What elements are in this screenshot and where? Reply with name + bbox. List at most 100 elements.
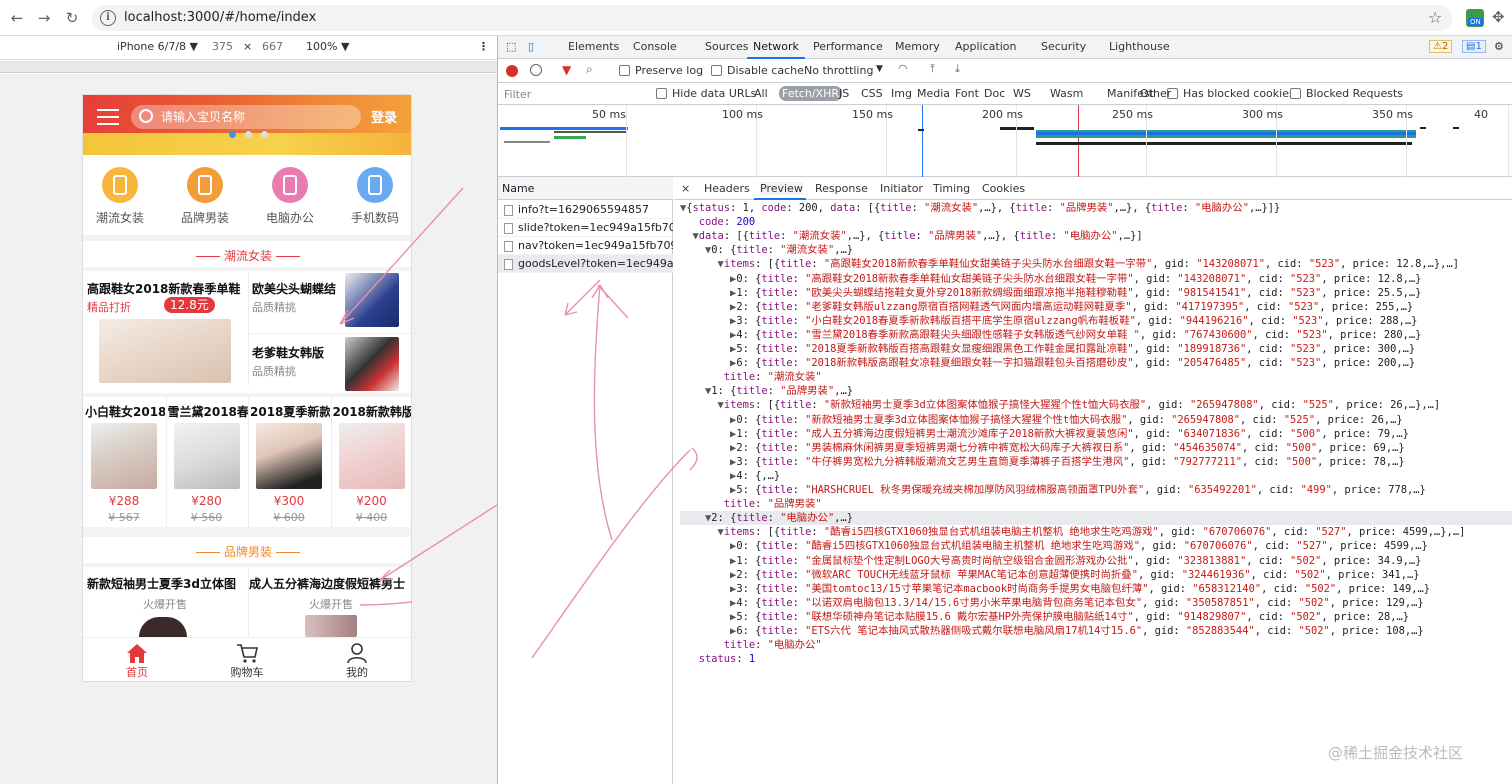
filter-type-wasm[interactable]: Wasm	[1050, 87, 1083, 100]
preserve-log-checkbox[interactable]	[619, 65, 630, 76]
back-icon[interactable]: ←	[8, 9, 26, 27]
json-array-entry[interactable]: ▶1: {title: "欧美尖头蝴蝶结拖鞋女夏外穿2018新款绸缎面细跟凉拖半…	[680, 286, 1512, 300]
login-button[interactable]: 登录	[371, 107, 397, 126]
json-array-entry[interactable]: ▶5: {title: "HARSHCRUEL 秋冬男保暖充绒夹棉加厚防风羽绒棉…	[680, 483, 1512, 497]
device-width[interactable]: 375	[212, 40, 233, 53]
extension-icon[interactable]: ON	[1466, 9, 1484, 27]
tab-cart[interactable]: 购物车	[217, 642, 277, 680]
json-array-entry[interactable]: ▶2: {title: "微软ARC TOUCH无线蓝牙鼠标 苹果MAC笔记本创…	[680, 568, 1512, 582]
inspect-icon[interactable]: ⬚	[506, 40, 516, 53]
product-image[interactable]	[345, 273, 399, 327]
product-image[interactable]	[345, 337, 399, 391]
product-image[interactable]	[256, 423, 322, 489]
product-image[interactable]	[305, 615, 357, 637]
filter-type-fetch-xhr[interactable]: Fetch/XHR	[779, 86, 842, 101]
json-array-entry[interactable]: ▶4: {title: "以诺双肩电脑包13.3/14/15.6寸男小米苹果电脑…	[680, 596, 1512, 610]
request-row[interactable]: goodsLevel?token=1ec949a...	[498, 255, 673, 273]
url-text[interactable]: localhost:3000/#/home/index	[124, 10, 316, 25]
chevron-down-icon[interactable]: ▼	[876, 64, 883, 74]
carousel-dot[interactable]	[261, 131, 268, 138]
product-title[interactable]: 高跟鞋女2018新款春季单鞋	[87, 280, 245, 297]
product-image[interactable]	[91, 423, 157, 489]
product-title[interactable]: 成人五分裤海边度假短裤男士	[249, 575, 411, 592]
json-array-entry[interactable]: ▶0: {title: "新款短袖男士夏季3d立体图案体恤猴子搞怪大猩猩个性t恤…	[680, 413, 1512, 427]
throttling-select[interactable]: No throttling	[804, 64, 873, 77]
request-row[interactable]: info?t=1629065594857	[498, 201, 673, 219]
tab-security[interactable]: Security	[1041, 40, 1086, 53]
tab-console[interactable]: Console	[633, 40, 677, 53]
filter-type-media[interactable]: Media	[917, 87, 950, 100]
json-line[interactable]: ▼{status: 1, code: 200, data: [{title: "…	[680, 201, 1512, 215]
blocked-requests-checkbox[interactable]	[1290, 88, 1301, 99]
filter-type-font[interactable]: Font	[955, 87, 979, 100]
product-title[interactable]: 2018新款韩版	[333, 403, 412, 420]
reload-icon[interactable]: ↻	[63, 9, 81, 27]
product-title[interactable]: 新款短袖男士夏季3d立体图	[87, 575, 247, 592]
detail-tab-headers[interactable]: Headers	[704, 182, 750, 195]
name-column-header[interactable]: Name	[498, 177, 673, 200]
hide-data-urls-checkbox[interactable]	[656, 88, 667, 99]
bookmark-star-icon[interactable]: ☆	[1428, 8, 1442, 27]
json-array-entry[interactable]: ▼0: {title: "潮流女装",…}	[680, 243, 1512, 257]
messages-badge[interactable]: ▤1	[1462, 40, 1486, 53]
import-icon[interactable]: ⤒	[930, 62, 935, 76]
extensions-puzzle-icon[interactable]: ✥	[1492, 8, 1505, 26]
json-array-entry[interactable]: ▶6: {title: "ETS六代 笔记本抽风式散热器侧吸式戴尔联想电脑风扇1…	[680, 624, 1512, 638]
forward-icon[interactable]: →	[35, 9, 53, 27]
product-image[interactable]	[173, 423, 240, 489]
filter-type-all[interactable]: All	[754, 87, 768, 100]
category-item[interactable]: 潮流女装	[85, 167, 155, 226]
tab-lighthouse[interactable]: Lighthouse	[1109, 40, 1170, 53]
product-title[interactable]: 欧美尖头蝴蝶结	[252, 280, 342, 297]
device-select[interactable]: iPhone 6/7/8 ▼	[117, 40, 198, 53]
detail-tab-preview[interactable]: Preview	[760, 182, 803, 195]
product-title[interactable]: 雪兰黛2018春	[168, 403, 248, 420]
filter-type-img[interactable]: Img	[891, 87, 912, 100]
warnings-badge[interactable]: ⚠2	[1429, 40, 1453, 53]
product-image[interactable]	[338, 423, 405, 489]
json-line[interactable]: ▼items: [{title: "高跟鞋女2018新款春季单鞋仙女甜美链子尖头…	[680, 257, 1512, 271]
address-bar[interactable]: i localhost:3000/#/home/index	[92, 5, 1452, 31]
json-array-entry[interactable]: ▶6: {title: "2018新款韩版高跟鞋女凉鞋夏细跟女鞋一字扣猫跟鞋包头…	[680, 356, 1512, 370]
tab-network[interactable]: Network	[753, 40, 799, 53]
json-array-entry[interactable]: ▶5: {title: "联想华硕神舟笔记本贴膜15.6 戴尔宏基HP外壳保护膜…	[680, 610, 1512, 624]
json-line[interactable]: ▼data: [{title: "潮流女装",…}, {title: "品牌男装…	[680, 229, 1512, 243]
product-image[interactable]	[99, 319, 231, 383]
filter-type-ws[interactable]: WS	[1013, 87, 1031, 100]
settings-gear-icon[interactable]: ⚙	[1494, 40, 1504, 53]
json-array-entry[interactable]: ▶3: {title: "美国tomtoc13/15寸苹果笔记本macbook时…	[680, 582, 1512, 596]
device-toggle-icon[interactable]: ▯	[528, 40, 534, 53]
tab-application[interactable]: Application	[955, 40, 1016, 53]
clear-icon[interactable]	[530, 64, 542, 76]
detail-tab-response[interactable]: Response	[815, 182, 868, 195]
json-array-entry[interactable]: ▶2: {title: "老爹鞋女韩版ulzzang原宿百搭网鞋透气网面内增高运…	[680, 300, 1512, 314]
tab-home[interactable]: 首页	[107, 642, 167, 680]
detail-tab-initiator[interactable]: Initiator	[880, 182, 923, 195]
detail-tab-timing[interactable]: Timing	[933, 182, 970, 195]
record-icon[interactable]	[506, 65, 518, 77]
product-title[interactable]: 小白鞋女2018	[85, 403, 165, 420]
json-array-entry[interactable]: ▶0: {title: "高跟鞋女2018新款春季单鞋仙女甜美链子尖头防水台细跟…	[680, 272, 1512, 286]
filter-type-doc[interactable]: Doc	[984, 87, 1005, 100]
site-info-icon[interactable]: i	[100, 10, 116, 26]
json-array-entry[interactable]: ▶4: {title: "雪兰黛2018春季新款高跟鞋尖头细跟性感鞋子女韩版透气…	[680, 328, 1512, 342]
detail-tab-cookies[interactable]: Cookies	[982, 182, 1025, 195]
json-line[interactable]: ▼items: [{title: "酷睿i5四核GTX1060独显台式机组装电脑…	[680, 525, 1512, 539]
json-array-entry[interactable]: ▶5: {title: "2018夏季新款韩版百搭高跟鞋女显瘦细跟黑色工作鞋金属…	[680, 342, 1512, 356]
request-row[interactable]: nav?token=1ec949a15fb709...	[498, 237, 673, 255]
product-image[interactable]	[139, 617, 187, 637]
carousel-dot[interactable]	[229, 131, 236, 138]
json-array-entry[interactable]: ▶3: {title: "牛仔裤男宽松九分裤韩版潮流文艺男生直筒夏季薄裤子百搭学…	[680, 455, 1512, 469]
json-array-entry[interactable]: ▶3: {title: "小白鞋女2018春夏季新款韩版百搭平底学生原宿ulzz…	[680, 314, 1512, 328]
tab-performance[interactable]: Performance	[813, 40, 883, 53]
wifi-icon[interactable]: ◠	[898, 62, 908, 75]
category-item[interactable]: 手机数码	[340, 167, 410, 226]
request-row[interactable]: slide?token=1ec949a15fb70...	[498, 219, 673, 237]
menu-icon[interactable]	[97, 109, 119, 125]
search-input[interactable]: 请输入宝贝名称	[131, 105, 361, 129]
device-height[interactable]: 667	[262, 40, 283, 53]
json-array-entry[interactable]: ▼1: {title: "品牌男装",…}	[680, 384, 1512, 398]
json-array-entry[interactable]: ▶0: {title: "酷睿i5四核GTX1060独显台式机组装电脑主机整机 …	[680, 539, 1512, 553]
tab-memory[interactable]: Memory	[895, 40, 940, 53]
close-detail-icon[interactable]: ×	[681, 182, 690, 195]
